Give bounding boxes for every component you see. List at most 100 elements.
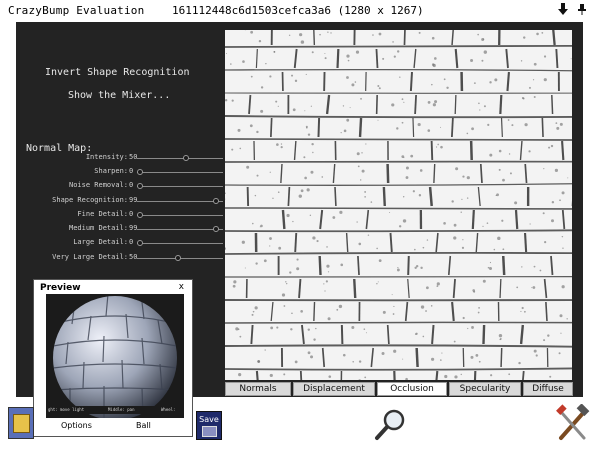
slider-thumb[interactable]	[137, 169, 143, 175]
texture-speckle	[269, 171, 271, 173]
texture-speckle	[305, 73, 307, 76]
texture-speckle	[312, 151, 314, 154]
texture-speckle	[382, 310, 386, 314]
close-button[interactable]: x	[179, 282, 184, 292]
ball-button[interactable]: Ball	[136, 421, 151, 430]
texture-speckle	[270, 326, 274, 330]
slider-value: 99	[129, 224, 138, 232]
slider-track[interactable]	[137, 158, 223, 159]
slider-fine-detail[interactable]: Fine Detail: 0	[24, 210, 224, 222]
texture-speckle	[336, 308, 339, 311]
texture-speckle	[543, 78, 547, 82]
slider-sharpen[interactable]: Sharpen: 0	[24, 167, 224, 179]
texture-speckle	[361, 169, 365, 173]
brick-joint	[336, 48, 340, 69]
texture-speckle	[460, 373, 462, 376]
tab-diffuse[interactable]: Diffuse	[523, 382, 573, 396]
preview-window[interactable]: Preview x ght: move light Middle: pan Wh…	[33, 279, 193, 437]
tab-occlusion[interactable]: Occlusion	[377, 382, 447, 396]
texture-speckle	[359, 179, 362, 181]
texture-speckle	[440, 359, 442, 361]
sphere-shape	[53, 296, 177, 418]
texture-speckle	[307, 133, 311, 136]
texture-speckle	[521, 266, 523, 268]
slider-track[interactable]	[137, 201, 223, 202]
texture-speckle	[300, 189, 304, 193]
texture-speckle	[319, 33, 321, 36]
texture-speckle	[351, 325, 355, 329]
slider-track[interactable]	[137, 186, 223, 187]
texture-speckle	[309, 214, 312, 217]
texture-speckle	[466, 197, 469, 199]
texture-speckle	[256, 174, 259, 177]
slider-thumb[interactable]	[137, 183, 143, 189]
texture-speckle	[275, 100, 278, 103]
brick-joint	[543, 278, 548, 299]
texture-speckle	[235, 327, 239, 331]
texture-speckle	[533, 265, 536, 268]
save-button[interactable]: Save	[196, 411, 222, 440]
texture-speckle	[360, 97, 362, 100]
slider-intensity[interactable]: Intensity: 50	[24, 153, 224, 165]
preview-hints: ght: move light Middle: pan Wheel:	[46, 406, 184, 414]
texture-speckle	[269, 237, 272, 240]
brick-joint	[389, 232, 393, 253]
texture-speckle	[276, 143, 279, 146]
texture-speckle	[432, 103, 436, 107]
brick-joint	[407, 255, 410, 276]
texture-speckle	[410, 154, 414, 158]
texture-speckle	[531, 287, 533, 289]
texture-speckle	[528, 86, 531, 89]
slider-track[interactable]	[137, 172, 223, 173]
slider-noise-removal[interactable]: Noise Removal: 0	[24, 181, 224, 193]
slider-thumb[interactable]	[137, 240, 143, 246]
slider-track[interactable]	[137, 215, 223, 216]
slider-large-detail[interactable]: Large Detail: 0	[24, 238, 224, 250]
texture-speckle	[277, 191, 280, 193]
texture-speckle	[521, 97, 524, 100]
texture-speckle	[310, 105, 312, 107]
preview-sphere-view[interactable]	[46, 294, 184, 418]
mortar-line	[225, 138, 572, 141]
brick-joint	[414, 94, 417, 115]
texture-speckle	[396, 127, 399, 130]
slider-track[interactable]	[137, 243, 223, 244]
brick-joint	[500, 117, 503, 138]
brick-joint	[545, 301, 548, 322]
brick-joint	[294, 232, 298, 253]
brick-joint	[412, 117, 415, 138]
options-button[interactable]: Options	[61, 421, 92, 430]
occlusion-map-viewport[interactable]	[225, 30, 572, 380]
texture-speckle	[498, 149, 502, 153]
show-mixer-button[interactable]: Show the Mixer...	[68, 90, 170, 101]
texture-speckle	[516, 286, 519, 289]
pin-icon[interactable]	[577, 3, 587, 19]
brick-joint	[382, 186, 386, 207]
magnifier-icon[interactable]	[374, 407, 408, 441]
invert-shape-recognition-button[interactable]: Invert Shape Recognition	[45, 67, 190, 78]
texture-speckle	[403, 157, 405, 159]
texture-speckle	[520, 310, 522, 313]
texture-speckle	[509, 172, 512, 175]
slider-thumb[interactable]	[175, 255, 182, 261]
texture-speckle	[342, 105, 345, 107]
texture-speckle	[470, 355, 474, 359]
slider-shape-recognition[interactable]: Shape Recognition: 99	[24, 196, 224, 208]
app-title: CrazyBump Evaluation	[8, 4, 145, 17]
texture-speckle	[260, 224, 263, 228]
tab-normals[interactable]: Normals	[225, 382, 291, 396]
file-open-icon[interactable]	[8, 407, 34, 439]
tools-icon[interactable]	[555, 403, 590, 442]
slider-medium-detail[interactable]: Medium Detail: 99	[24, 224, 224, 236]
slider-value: 50	[129, 253, 138, 261]
slider-thumb[interactable]	[213, 226, 219, 232]
slider-thumb[interactable]	[183, 155, 190, 161]
slider-thumb[interactable]	[213, 198, 219, 204]
slider-track[interactable]	[137, 229, 223, 230]
texture-speckle	[286, 213, 290, 218]
tab-specularity[interactable]: Specularity	[449, 382, 521, 396]
tab-displacement[interactable]: Displacement	[293, 382, 375, 396]
download-icon[interactable]	[558, 3, 568, 19]
slider-very-large-detail[interactable]: Very Large Detail: 50	[24, 253, 224, 265]
slider-thumb[interactable]	[137, 212, 143, 218]
